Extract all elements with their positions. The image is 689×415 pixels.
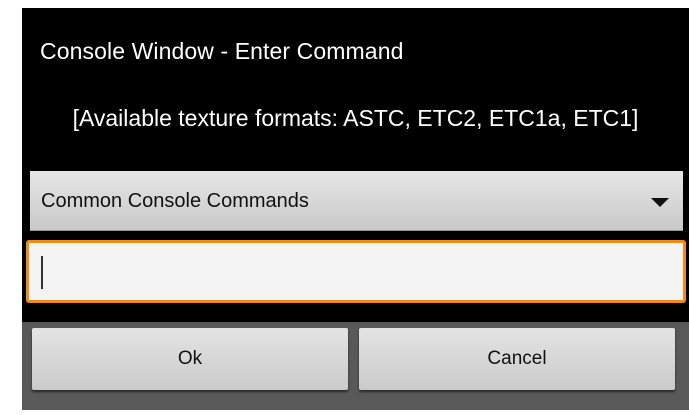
cancel-button[interactable]: Cancel bbox=[359, 328, 675, 390]
command-input[interactable] bbox=[26, 240, 686, 303]
texture-formats-message: [Available texture formats: ASTC, ETC2, … bbox=[72, 105, 639, 131]
caret-down-icon bbox=[651, 198, 669, 207]
console-dialog: Console Window - Enter Command [Availabl… bbox=[22, 8, 689, 410]
ok-button[interactable]: Ok bbox=[32, 328, 348, 390]
text-cursor bbox=[41, 256, 43, 289]
dialog-title: Console Window - Enter Command bbox=[40, 38, 404, 64]
dropdown-selected-label: Common Console Commands bbox=[41, 190, 309, 212]
common-commands-dropdown[interactable]: Common Console Commands bbox=[30, 171, 683, 231]
button-bar: Ok Cancel bbox=[22, 322, 689, 410]
